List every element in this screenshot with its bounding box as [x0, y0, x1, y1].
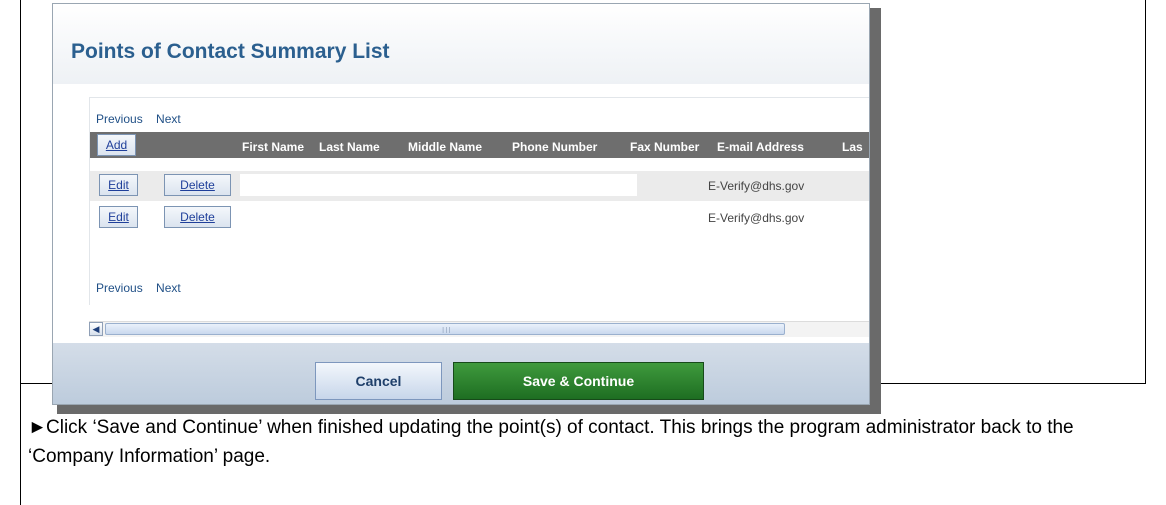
scrollbar-thumb[interactable]: III	[105, 323, 785, 335]
horizontal-scrollbar[interactable]: ◀ III	[89, 321, 869, 337]
next-link[interactable]: Next	[156, 112, 181, 126]
scroll-left-arrow-icon[interactable]: ◀	[89, 322, 103, 336]
delete-button[interactable]: Delete	[164, 174, 231, 196]
page-header: Points of Contact Summary List	[53, 4, 869, 84]
instruction-text: ►Click ‘Save and Continue’ when finished…	[28, 413, 1128, 471]
column-email-address: E-mail Address	[717, 140, 804, 154]
column-fax-number: Fax Number	[630, 140, 700, 154]
frame-border-left	[20, 0, 21, 505]
summary-list-area: Previous Next Add First Name Last Name M…	[89, 97, 869, 305]
screenshot-panel: Points of Contact Summary List Previous …	[52, 3, 870, 405]
delete-button[interactable]: Delete	[164, 206, 231, 228]
add-button[interactable]: Add	[97, 134, 136, 156]
table-row: Edit Delete E-Verify@dhs.gov	[90, 203, 869, 233]
column-last-name: Last Name	[319, 140, 380, 154]
table-row: Edit Delete E-Verify@dhs.gov	[90, 171, 869, 201]
row-cells	[240, 174, 637, 196]
thumb-grip-icon: III	[442, 326, 452, 335]
edit-button[interactable]: Edit	[99, 174, 138, 196]
previous-link[interactable]: Previous	[96, 112, 143, 126]
column-phone-number: Phone Number	[512, 140, 598, 154]
frame-border-right	[1145, 0, 1146, 383]
page-title: Points of Contact Summary List	[71, 40, 390, 63]
bullet-arrow-icon: ►	[28, 417, 47, 438]
column-last-truncated: Las	[842, 140, 863, 154]
cancel-button[interactable]: Cancel	[315, 362, 442, 400]
next-link[interactable]: Next	[156, 281, 181, 295]
email-cell: E-Verify@dhs.gov	[708, 211, 805, 225]
email-cell: E-Verify@dhs.gov	[708, 179, 805, 193]
column-first-name: First Name	[242, 140, 305, 154]
edit-button[interactable]: Edit	[99, 206, 138, 228]
save-and-continue-button[interactable]: Save & Continue	[453, 362, 704, 400]
instruction-body: Click ‘Save and Continue’ when finished …	[28, 417, 1074, 467]
pager-bottom: Previous Next	[96, 281, 191, 295]
table-header: Add First Name Last Name Middle Name Pho…	[90, 132, 869, 158]
previous-link[interactable]: Previous	[96, 281, 143, 295]
pager-top: Previous Next	[96, 112, 191, 126]
column-middle-name: Middle Name	[408, 140, 483, 154]
